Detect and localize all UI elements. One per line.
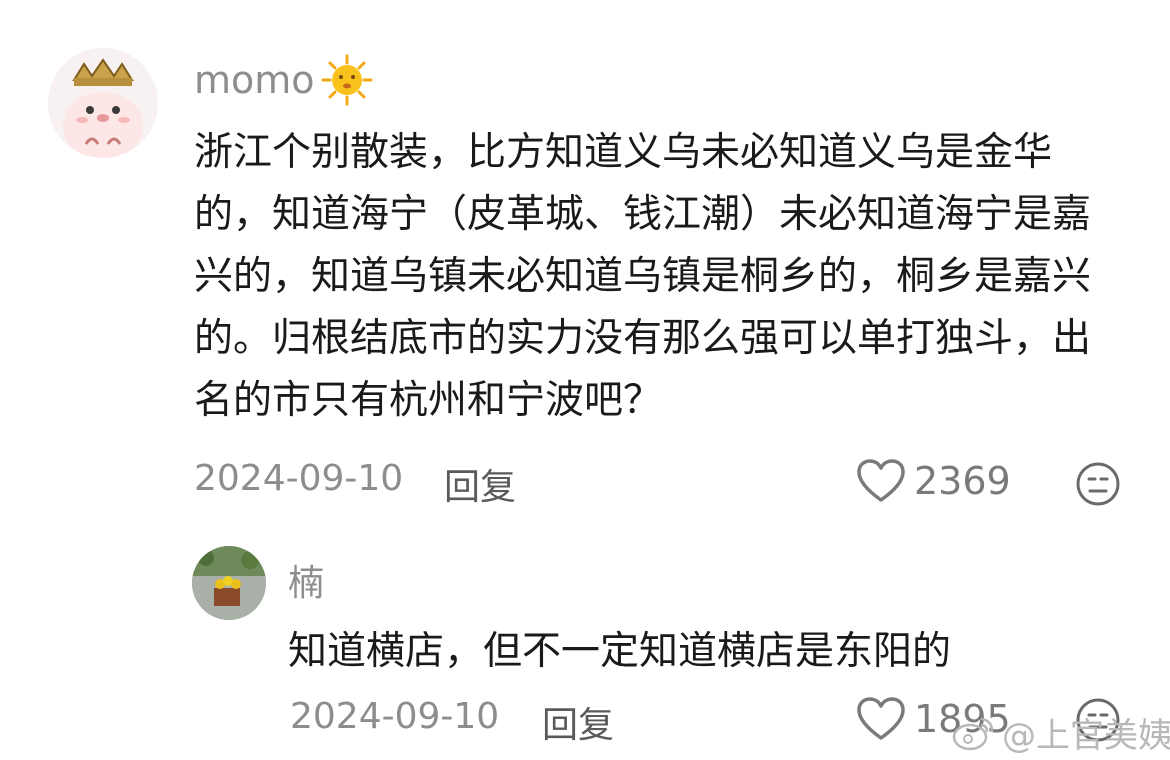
avatar-illustration <box>48 48 158 158</box>
watermark-text: @上官美姨 <box>1002 716 1170 756</box>
reply-date: 2024-09-10 <box>290 696 500 737</box>
like-count: 2369 <box>914 459 1011 503</box>
reply-username[interactable]: 楠 <box>288 554 324 606</box>
comment-date: 2024-09-10 <box>194 458 404 499</box>
reply-text: 知道横店，但不一定知道横店是东阳的 <box>288 629 952 674</box>
reply-avatar[interactable] <box>192 546 266 620</box>
dislike-face-icon[interactable] <box>1074 460 1122 508</box>
username-text[interactable]: momo <box>194 58 315 102</box>
comment-text: 浙江个别散装，比方知道义乌未必知道义乌是金华的，知道海宁（皮革城、钱江潮）未必知… <box>194 130 1092 423</box>
watermark: @上官美姨 <box>952 708 1170 757</box>
heart-icon <box>857 697 905 740</box>
like-button[interactable]: 2369 <box>856 458 1011 504</box>
weibo-logo-icon <box>952 717 994 750</box>
avatar-photo <box>192 546 266 620</box>
sun-face-icon <box>321 54 373 106</box>
comment-username[interactable]: momo <box>194 54 373 106</box>
avatar[interactable] <box>48 48 158 158</box>
reply-button[interactable]: 回复 <box>444 458 516 510</box>
heart-icon <box>857 459 905 502</box>
reply-reply-button[interactable]: 回复 <box>542 696 614 748</box>
